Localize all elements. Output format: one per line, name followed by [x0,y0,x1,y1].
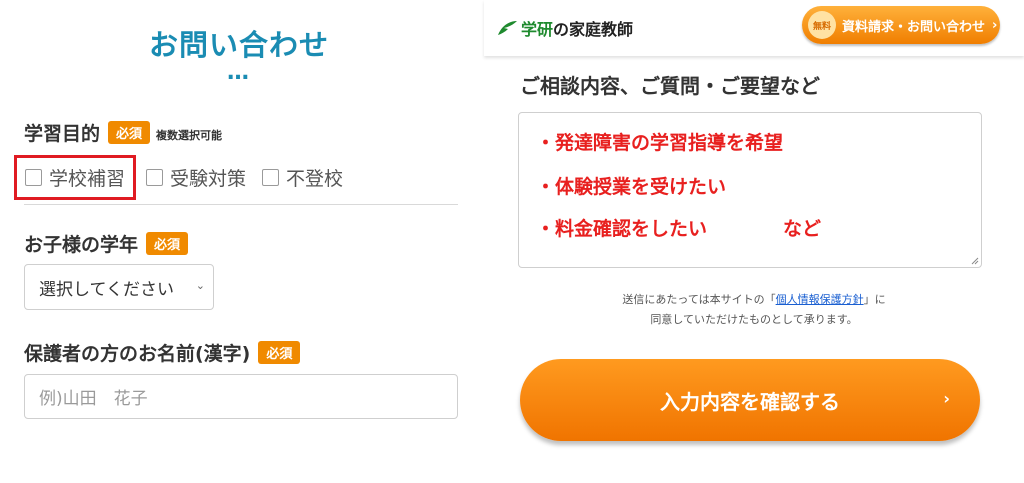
grade-field-label: お子様の学年 必須 [24,230,189,257]
purpose-label: 学習目的 [24,123,101,145]
required-badge: 必須 [258,341,301,364]
guardian-name-field-label: 保護者の方のお名前(漢字) 必須 [24,339,301,366]
guardian-name-placeholder: 例)山田 花子 [39,389,148,409]
brand-name: 学研 [521,20,554,39]
privacy-text-line2: 同意していただけたものとして承ります。 [650,313,858,326]
page-title: お問い合わせ [148,28,329,62]
textarea-example-line: ・料金確認をしたい など [536,218,822,240]
guardian-name-input[interactable]: 例)山田 花子 [24,374,458,419]
chevron-right-icon: › [992,17,998,33]
inquiry-form-right: 学研 の家庭教師 無料 資料請求・お問い合わせ › ご相談内容、ご質問・ご要望など… [484,0,1024,483]
gakken-logo[interactable]: 学研 の家庭教師 [496,16,633,40]
brand-name-suffix: の家庭教師 [553,20,634,39]
free-badge: 無料 [808,11,836,39]
consultation-label: ご相談内容、ご質問・ご要望など [520,74,820,98]
request-materials-label: 資料請求・お問い合わせ [842,19,986,35]
checkbox-box[interactable] [25,168,42,186]
grade-select[interactable]: 選択してください ⌄ [24,264,214,310]
privacy-policy-link[interactable]: 個人情報保護方針 [776,293,864,306]
checkbox-label: 不登校 [286,167,344,190]
confirm-input-button[interactable]: 入力内容を確認する › [520,359,980,441]
leaf-logo-icon [498,21,517,35]
chevron-down-icon: ⌄ [195,279,205,292]
required-badge: 必須 [108,121,151,144]
checkbox-box[interactable] [262,168,280,186]
privacy-notice: 送信にあたっては本サイトの「個人情報保護方針」に 同意していただけたものとして承… [484,290,1024,330]
required-badge: 必須 [146,232,189,255]
resize-handle-icon[interactable] [971,257,979,265]
request-materials-button[interactable]: 無料 資料請求・お問い合わせ › [802,6,1000,44]
textarea-example-line: ・体験授業を受けたい [536,176,727,198]
checkbox-exam-prep[interactable]: 受験対策 [146,164,246,191]
grade-label: お子様の学年 [24,234,139,256]
checkbox-school-supplement[interactable]: 学校補習 [14,154,137,200]
checkbox-school-refusal[interactable]: 不登校 [262,164,343,191]
privacy-text-post: 」に [863,293,886,306]
grade-select-value: 選択してください [39,279,174,300]
checkbox-box[interactable] [146,168,164,186]
guardian-name-label: 保護者の方のお名前(漢字) [24,343,251,365]
inquiry-form-left: お問い合わせ … 学習目的 必須 複数選択可能 学校補習 受験対策 不登校 お子様の… [0,0,478,483]
privacy-text-pre: 送信にあたっては本サイトの「 [622,293,776,306]
checkbox-label: 受験対策 [170,167,247,190]
checkbox-label: 学校補習 [49,167,126,190]
section-divider [24,204,458,205]
purpose-checkbox-group: 学校補習 受験対策 不登校 [14,153,359,201]
multi-select-note: 複数選択可能 [156,128,223,142]
textarea-example-line: ・発達障害の学習指導を希望 [536,132,784,154]
purpose-field-label: 学習目的 必須 複数選択可能 [24,119,222,146]
chevron-right-icon: › [943,389,950,408]
site-header: 学研 の家庭教師 無料 資料請求・お問い合わせ › [484,0,1024,56]
title-dots: … [227,60,251,85]
confirm-input-label: 入力内容を確認する [660,389,840,414]
